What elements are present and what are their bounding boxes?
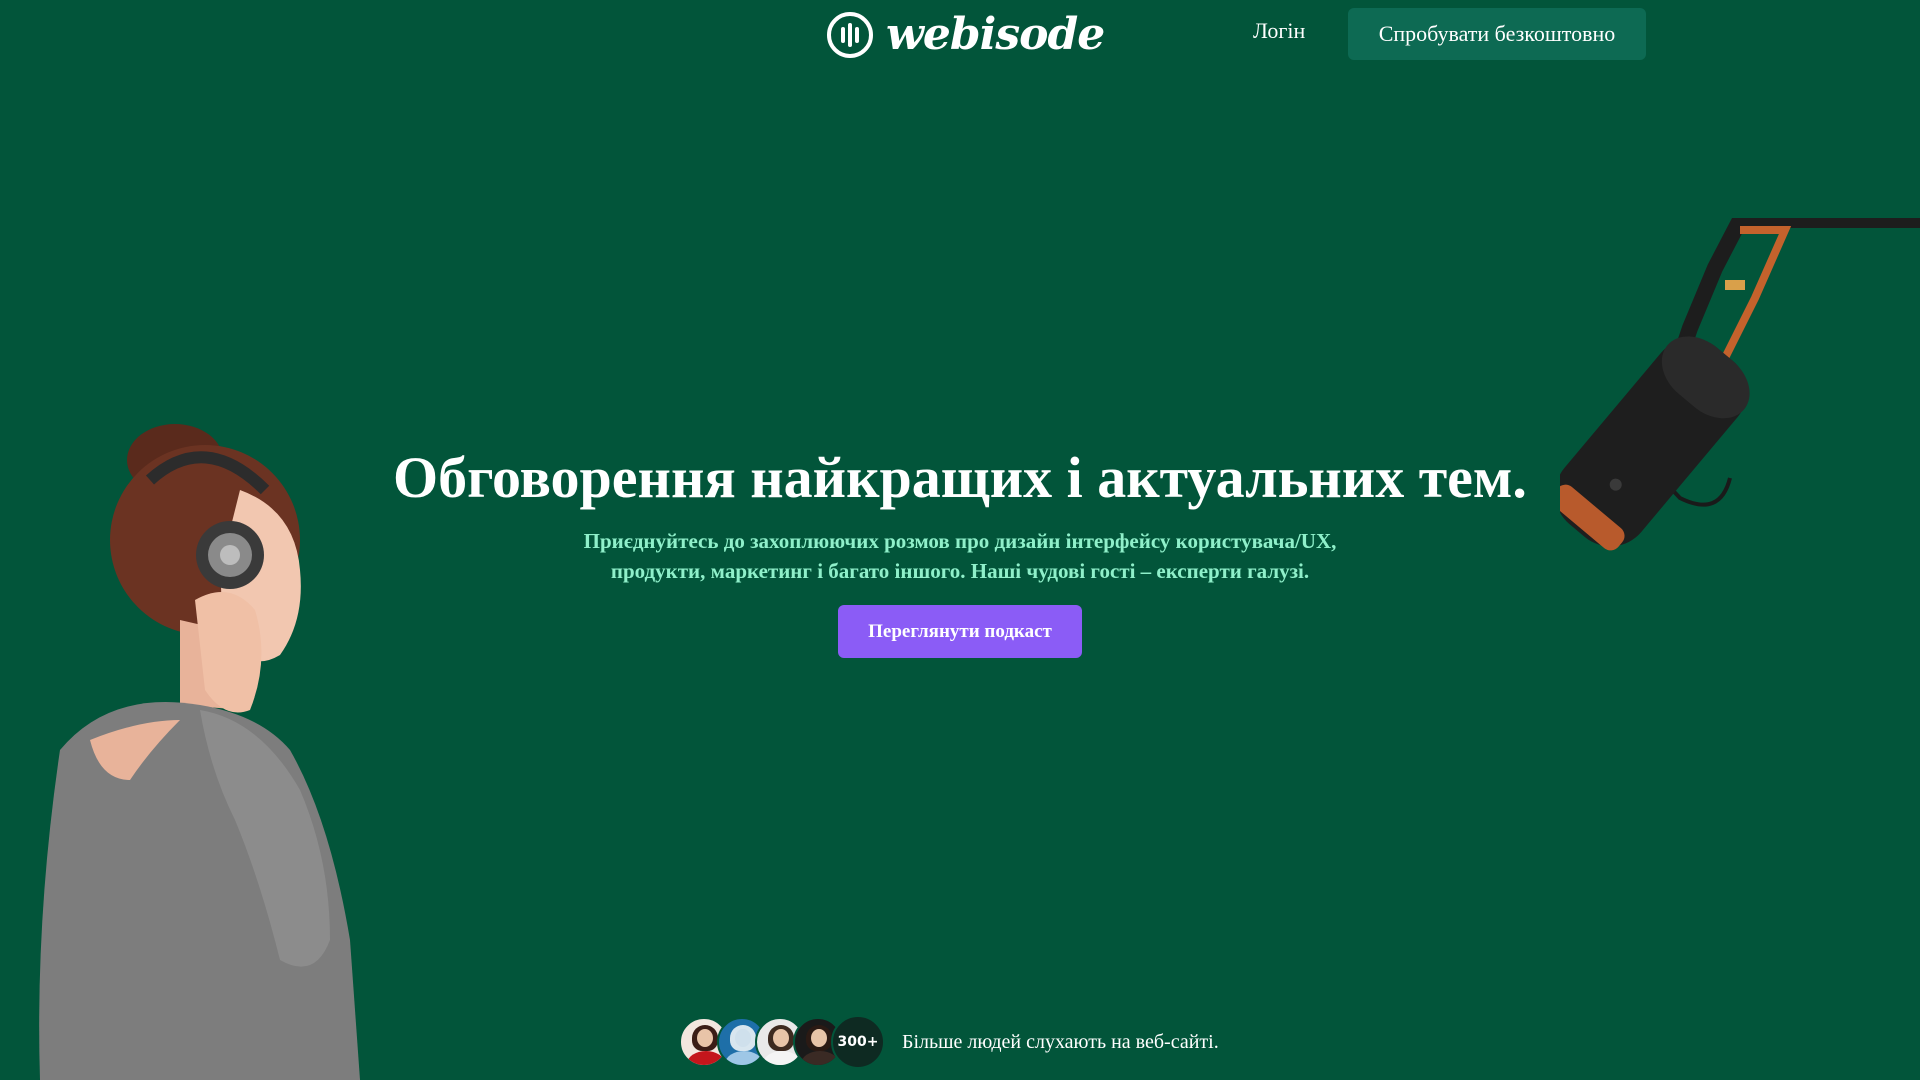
soundwave-circle-icon (827, 12, 873, 58)
microphone-image (1560, 218, 1920, 551)
landing-page: webisode Логін Спробувати безкоштовно Об… (0, 0, 1920, 1080)
view-podcast-button[interactable]: Переглянути подкаст (838, 605, 1082, 658)
listener-count-badge: 300+ (831, 1015, 885, 1069)
hero-subtitle: Приєднуйтесь до захоплюючих розмов про д… (460, 526, 1460, 586)
social-proof-text: Більше людей слухають на веб-сайті. (902, 1030, 1219, 1053)
social-proof: 300+ Більше людей слухають на веб-сайті. (679, 1015, 1219, 1069)
hero-subtitle-line2: продукти, маркетинг і багато іншого. Наш… (610, 559, 1310, 583)
logo[interactable]: webisode (826, 8, 1105, 62)
try-free-button[interactable]: Спробувати безкоштовно (1348, 8, 1646, 60)
hero-title: Обговорення найкращих і актуальних тем. (393, 445, 1527, 510)
woman-with-headphones-image (39, 424, 361, 1080)
logo-text: webisode (886, 9, 1105, 60)
login-link[interactable]: Логін (1253, 18, 1305, 44)
hero-subtitle-line1: Приєднуйтесь до захоплюючих розмов про д… (583, 529, 1337, 553)
